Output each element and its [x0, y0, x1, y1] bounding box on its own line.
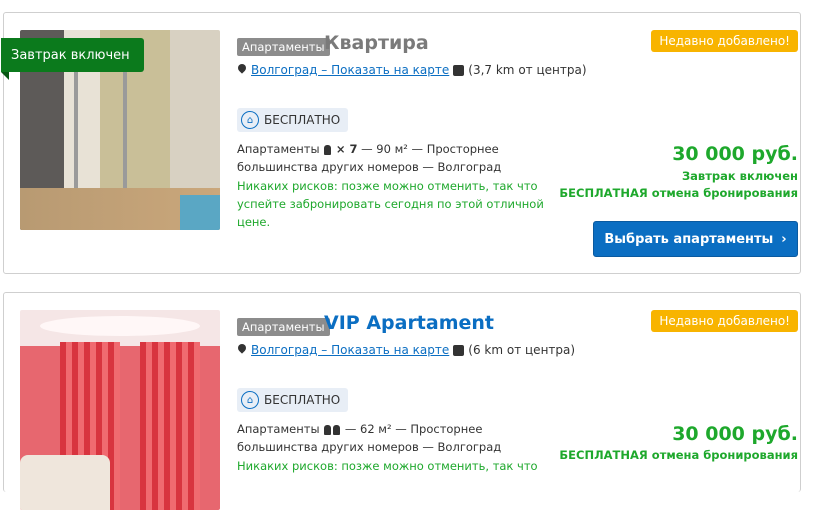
- breakfast-included-text: Завтрак включен: [682, 169, 798, 183]
- photo-detail: [20, 455, 110, 510]
- show-on-map-link[interactable]: Волгоград – Показать на карте: [251, 63, 449, 77]
- chevron-right-icon: ›: [781, 231, 787, 247]
- listing-title[interactable]: Квартира: [324, 32, 429, 54]
- no-risk-text: Никаких рисков: позже можно отменить, та…: [237, 459, 538, 473]
- recently-added-badge: Недавно добавлено!: [651, 310, 798, 332]
- listing-card: Апартаменты VIP Apartament Недавно добав…: [3, 292, 801, 510]
- free-label: БЕСПЛАТНО: [264, 113, 341, 127]
- person-icon: [333, 424, 341, 435]
- map-icon: [453, 344, 465, 356]
- wifi-icon: ⌂: [241, 111, 259, 129]
- photo-detail: [40, 316, 200, 336]
- room-description: Апартаменты — 62 м² — Просторнее большин…: [237, 420, 557, 456]
- free-wifi-badge: ⌂ БЕСПЛАТНО: [237, 108, 349, 132]
- listing-photo[interactable]: [20, 310, 220, 510]
- photo-detail: [140, 342, 200, 510]
- room-description: Апартаменты × 7 — 90 м² — Просторнее бол…: [237, 140, 557, 176]
- free-wifi-badge: ⌂ БЕСПЛАТНО: [237, 388, 349, 412]
- map-icon: [453, 64, 465, 76]
- location-row: Волгоград – Показать на карте (6 km от ц…: [237, 343, 575, 357]
- distance-text: (3,7 km от центра): [468, 63, 587, 77]
- free-label: БЕСПЛАТНО: [264, 393, 341, 407]
- map-pin-icon: [237, 344, 247, 356]
- free-cancellation-text: БЕСПЛАТНАЯ отмена бронирования: [559, 186, 798, 200]
- map-pin-icon: [237, 64, 247, 76]
- listing-title[interactable]: VIP Apartament: [324, 312, 494, 334]
- person-icon: [324, 424, 332, 435]
- location-row: Волгоград – Показать на карте (3,7 km от…: [237, 63, 587, 77]
- price: 30 000 руб.: [672, 423, 798, 445]
- property-type-badge: Апартаменты: [237, 318, 330, 336]
- property-type-badge: Апартаменты: [237, 38, 330, 56]
- breakfast-ribbon: Завтрак включен: [1, 38, 144, 80]
- desc-type: Апартаменты: [237, 422, 320, 436]
- recently-added-badge: Недавно добавлено!: [651, 30, 798, 52]
- person-icon: [324, 144, 332, 155]
- select-apartment-button[interactable]: Выбрать апартаменты ›: [593, 221, 798, 257]
- show-on-map-link[interactable]: Волгоград – Показать на карте: [251, 343, 449, 357]
- wifi-icon: ⌂: [241, 391, 259, 409]
- distance-text: (6 km от центра): [468, 343, 576, 357]
- price: 30 000 руб.: [672, 143, 798, 165]
- free-cancellation-text: БЕСПЛАТНАЯ отмена бронирования: [559, 448, 798, 462]
- listing-card: Завтрак включен Апартаменты Квартира Нед…: [1, 12, 801, 274]
- button-label: Выбрать апартаменты: [604, 231, 774, 247]
- no-risk-text: Никаких рисков: позже можно отменить, та…: [237, 179, 544, 229]
- photo-detail: [180, 195, 220, 230]
- max-guests: × 7: [335, 142, 358, 156]
- desc-type: Апартаменты: [237, 142, 320, 156]
